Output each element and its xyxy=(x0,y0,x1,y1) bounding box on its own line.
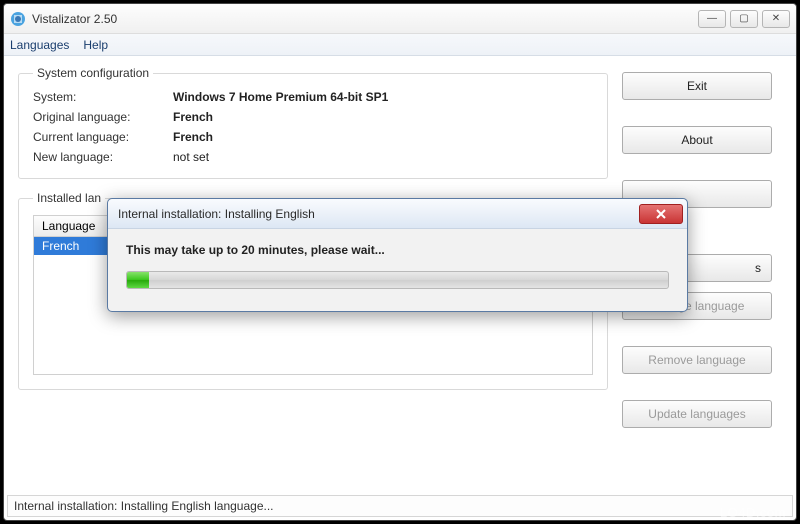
status-text: Internal installation: Installing Englis… xyxy=(14,499,274,513)
close-button[interactable]: ✕ xyxy=(762,10,790,28)
value-current-language: French xyxy=(173,130,593,144)
progress-bar xyxy=(126,271,669,289)
label-original-language: Original language: xyxy=(33,110,173,124)
watermark: LO4D.com xyxy=(720,505,786,520)
value-system: Windows 7 Home Premium 64-bit SP1 xyxy=(173,90,593,104)
menu-languages[interactable]: Languages xyxy=(10,38,69,52)
close-icon xyxy=(656,209,666,219)
label-system: System: xyxy=(33,90,173,104)
label-current-language: Current language: xyxy=(33,130,173,144)
exit-button[interactable]: Exit xyxy=(622,72,772,100)
dialog-titlebar: Internal installation: Installing Englis… xyxy=(108,199,687,229)
app-icon xyxy=(10,11,26,27)
system-configuration-group: System configuration System: Windows 7 H… xyxy=(18,66,608,179)
menu-help[interactable]: Help xyxy=(83,38,108,52)
dialog-title: Internal installation: Installing Englis… xyxy=(118,207,639,221)
maximize-button[interactable]: ▢ xyxy=(730,10,758,28)
installation-dialog: Internal installation: Installing Englis… xyxy=(107,198,688,312)
sysconfig-legend: System configuration xyxy=(33,66,153,80)
dialog-body: This may take up to 20 minutes, please w… xyxy=(108,229,687,311)
remove-language-button[interactable]: Remove language xyxy=(622,346,772,374)
dialog-close-button[interactable] xyxy=(639,204,683,224)
installed-legend: Installed lan xyxy=(33,191,105,205)
label-new-language: New language: xyxy=(33,150,173,164)
minimize-button[interactable]: — xyxy=(698,10,726,28)
window-controls: — ▢ ✕ xyxy=(698,10,790,28)
update-languages-button[interactable]: Update languages xyxy=(622,400,772,428)
dialog-message: This may take up to 20 minutes, please w… xyxy=(126,243,669,257)
window-title: Vistalizator 2.50 xyxy=(32,12,698,26)
progress-fill xyxy=(127,272,149,288)
status-bar: Internal installation: Installing Englis… xyxy=(7,495,793,517)
menubar: Languages Help xyxy=(4,34,796,56)
value-new-language: not set xyxy=(173,150,593,164)
value-original-language: French xyxy=(173,110,593,124)
about-button[interactable]: About xyxy=(622,126,772,154)
titlebar: Vistalizator 2.50 — ▢ ✕ xyxy=(4,4,796,34)
